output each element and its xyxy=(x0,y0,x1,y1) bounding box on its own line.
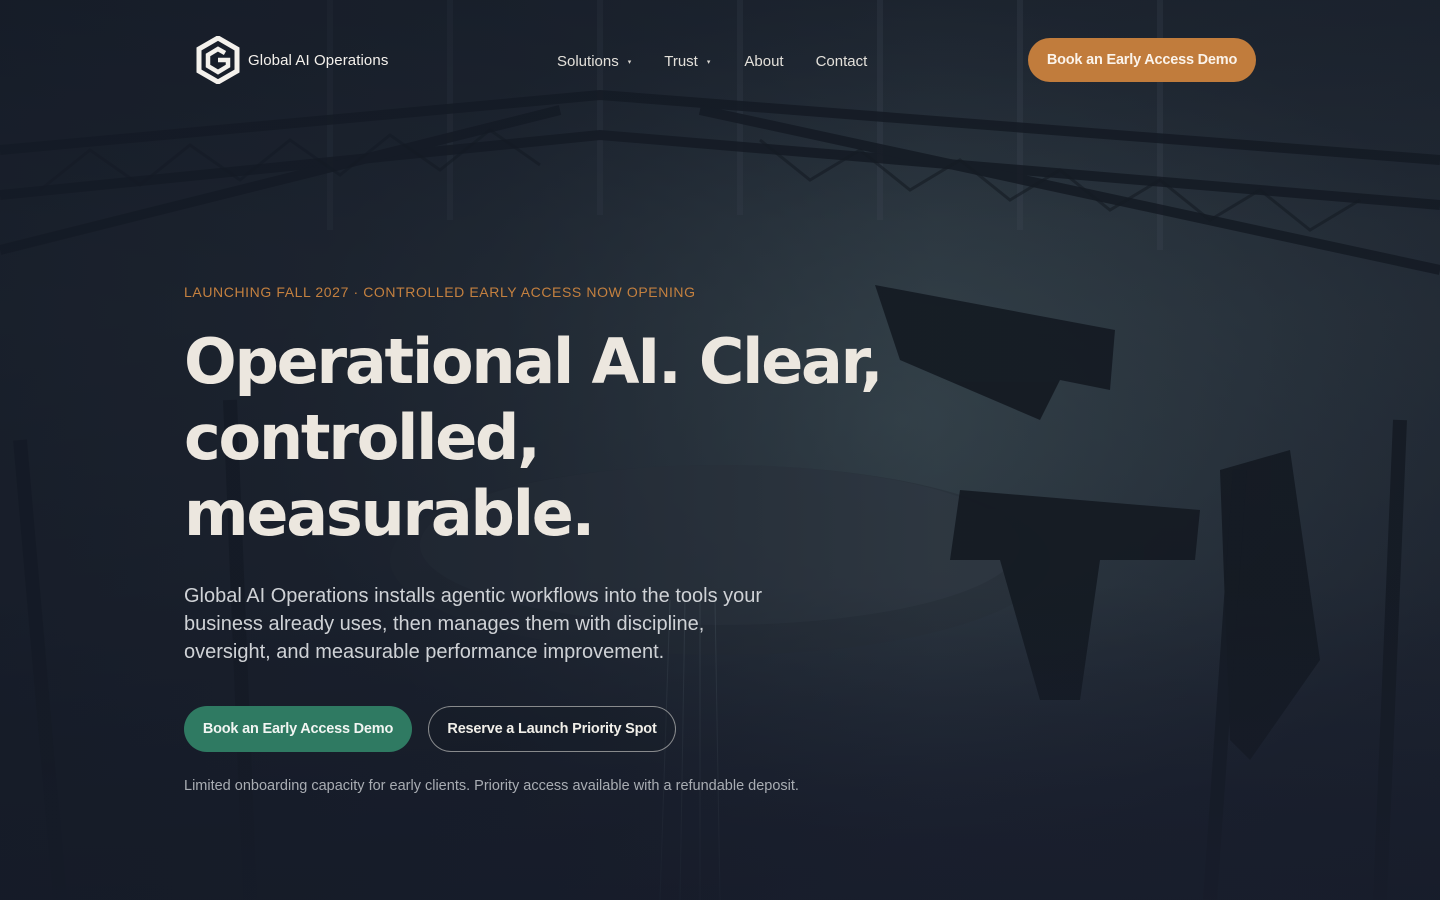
nav-item-about[interactable]: About xyxy=(744,49,783,73)
nav-label-trust: Trust xyxy=(664,52,698,70)
nav-item-solutions[interactable]: Solutions ▾ xyxy=(557,49,631,73)
caret-down-icon: ▾ xyxy=(706,58,711,66)
reserve-priority-spot-button[interactable]: Reserve a Launch Priority Spot xyxy=(428,706,676,752)
hero-lead-text: Global AI Operations installs agentic wo… xyxy=(184,585,763,663)
nav-item-contact[interactable]: Contact xyxy=(816,49,868,73)
book-demo-button[interactable]: Book an Early Access Demo xyxy=(184,706,412,752)
caret-down-icon: ▾ xyxy=(627,58,632,66)
main-navigation: Solutions ▾ Trust ▾ About Contact xyxy=(557,49,867,73)
brand-logo-link[interactable]: Global AI Operations xyxy=(194,36,388,84)
header-book-demo-button[interactable]: Book an Early Access Demo xyxy=(1028,38,1256,82)
hero-section: LAUNCHING FALL 2027 · CONTROLLED EARLY A… xyxy=(184,280,1084,794)
capacity-note: Limited onboarding capacity for early cl… xyxy=(184,778,799,794)
nav-label-solutions: Solutions xyxy=(557,52,619,70)
brand-name: Global AI Operations xyxy=(248,51,389,69)
hero-headline: Operational AI. Clear, controlled, measu… xyxy=(184,325,883,550)
hero-cta-group: Book an Early Access Demo Reserve a Laun… xyxy=(184,706,1084,752)
site-header: Global AI Operations Solutions ▾ Trust ▾… xyxy=(0,0,1440,120)
nav-item-trust[interactable]: Trust ▾ xyxy=(664,49,710,73)
hero-eyebrow: LAUNCHING FALL 2027 · CONTROLLED EARLY A… xyxy=(184,284,696,300)
hexagon-g-logo-icon xyxy=(196,36,240,84)
